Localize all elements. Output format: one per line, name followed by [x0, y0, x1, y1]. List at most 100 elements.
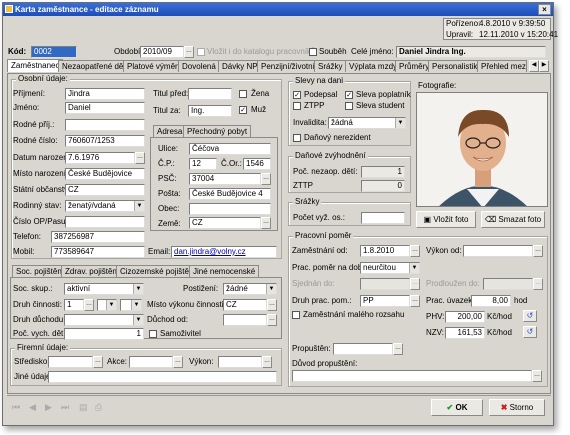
tab-foreign-insurance[interactable]: Cizozemské pojištění	[116, 265, 200, 277]
contract-term-select[interactable]: neurčitou ▼	[360, 262, 420, 274]
small-scale-checkbox[interactable]	[292, 311, 300, 319]
single-parent-checkbox[interactable]	[149, 330, 157, 338]
soubeh-checkbox[interactable]	[309, 48, 317, 56]
close-button[interactable]: ×	[538, 4, 551, 15]
zip-picker[interactable]: …	[261, 173, 271, 185]
tab-vyplata[interactable]: Výplata mzdy	[345, 60, 402, 72]
performance-input[interactable]	[218, 356, 262, 368]
work-from-picker[interactable]: …	[533, 245, 543, 257]
delete-photo-button[interactable]: ⌫ Smazat foto	[481, 211, 545, 228]
cost-center-input[interactable]	[48, 356, 93, 368]
employed-from-input[interactable]: 1.8.2010	[360, 245, 410, 257]
tab-davky[interactable]: Dávky NP	[218, 60, 262, 72]
house-number-input[interactable]: 12	[189, 158, 217, 170]
post-input[interactable]: České Budějovice 4	[189, 188, 271, 200]
activity-code-3[interactable]: ▼	[120, 299, 142, 311]
tab-vymery[interactable]: Platové výměry	[123, 60, 186, 72]
country-picker[interactable]: …	[261, 217, 271, 229]
birth-date-picker[interactable]: …	[135, 152, 145, 164]
tab-penzijni[interactable]: Penzijní/životní	[257, 60, 319, 72]
ok-button[interactable]: ✔ OK	[431, 399, 483, 416]
zip-input[interactable]: 37004	[189, 173, 261, 185]
firstname-input[interactable]: Daniel	[65, 102, 145, 114]
cancel-button[interactable]: ✖ Storno	[489, 399, 545, 416]
id-card-input[interactable]	[65, 216, 145, 228]
tab-zamestnanec[interactable]: Zaměstnanec	[7, 59, 64, 72]
social-group-select[interactable]: aktivní ▼	[64, 283, 144, 295]
dismissed-picker[interactable]: …	[393, 343, 403, 355]
employed-from-picker[interactable]: …	[410, 245, 420, 257]
birthplace-input[interactable]: České Budějovice	[65, 168, 145, 180]
nonresident-checkbox[interactable]	[293, 134, 301, 142]
disability-select[interactable]: žádná ▼	[328, 117, 406, 129]
activity-code-2[interactable]: ▼	[97, 299, 117, 311]
pension-from-picker[interactable]: …	[267, 314, 277, 326]
marital-status-select[interactable]: ženatý/vdaná ▼	[65, 200, 145, 212]
employment-type-picker[interactable]: …	[410, 295, 420, 307]
nav-last-icon[interactable]: ⏭	[61, 402, 69, 413]
nzv-refresh-button[interactable]: ↺	[523, 326, 537, 338]
dismissal-reason-picker[interactable]: …	[532, 370, 542, 382]
dependents-input[interactable]	[361, 212, 405, 224]
email-link[interactable]: dan.jindra@volny.cz	[174, 247, 246, 256]
mobile-input[interactable]: 773589647	[51, 246, 145, 258]
nav-first-icon[interactable]: ⏮	[12, 402, 20, 413]
student-relief-checkbox[interactable]	[345, 102, 353, 110]
disability-status-select[interactable]: žádné ▼	[223, 283, 277, 295]
tabs-left-arrow[interactable]: ◀	[529, 60, 539, 72]
activity-type-picker[interactable]: …	[84, 299, 94, 311]
copy-icon[interactable]: ▤	[79, 402, 88, 413]
country-input[interactable]: CZ	[189, 217, 261, 229]
nav-next-icon[interactable]: ▶	[45, 402, 52, 413]
pension-type-select[interactable]: ▼	[64, 314, 144, 326]
title-after-input[interactable]: Ing.	[188, 105, 232, 117]
work-place-picker[interactable]: …	[267, 299, 277, 311]
period-picker-button[interactable]: …	[184, 46, 194, 58]
tabs-right-arrow[interactable]: ▶	[539, 60, 549, 72]
print-icon[interactable]: ⎙	[95, 402, 102, 413]
children-raised-input[interactable]: 1	[64, 328, 144, 340]
catalog-checkbox[interactable]	[197, 48, 205, 56]
nav-prev-icon[interactable]: ◀	[29, 402, 36, 413]
female-checkbox[interactable]	[239, 90, 247, 98]
tab-srazky[interactable]: Srážky	[314, 60, 347, 72]
signed-checkbox[interactable]: ✓	[293, 91, 301, 99]
phone-input[interactable]: 387256987	[51, 231, 145, 243]
action-input[interactable]	[129, 356, 173, 368]
pension-from-input[interactable]	[223, 314, 267, 326]
title-bar[interactable]: Karta zaměstnance - editace záznamu ×	[3, 3, 553, 16]
tab-temporary-stay[interactable]: Přechodný pobyt	[183, 125, 252, 137]
code-input[interactable]: 0002	[31, 46, 77, 58]
activity-type-input[interactable]: 1	[64, 299, 84, 311]
dismissed-input[interactable]	[333, 343, 393, 355]
male-checkbox[interactable]: ✓	[239, 106, 247, 114]
tab-other-sickness[interactable]: Jiné nemocenské	[189, 265, 260, 277]
birth-date-input[interactable]: 7.6.1976	[65, 152, 135, 164]
action-picker[interactable]: …	[173, 356, 183, 368]
tab-dovolena[interactable]: Dovolená	[178, 60, 220, 72]
tab-prehled[interactable]: Přehled mezd	[477, 60, 527, 72]
work-place-input[interactable]: CZ	[223, 299, 267, 311]
city-input[interactable]	[189, 203, 271, 215]
dismissal-reason-input[interactable]	[292, 370, 532, 382]
employment-type-input[interactable]: PP	[360, 295, 410, 307]
tab-health-insurance[interactable]: Zdrav. pojištění	[61, 265, 124, 277]
surname-input[interactable]: Jindra	[65, 88, 145, 100]
phv-refresh-button[interactable]: ↺	[523, 310, 537, 322]
insert-photo-button[interactable]: ▣ Vložit foto	[416, 211, 476, 228]
ztpp-checkbox[interactable]	[293, 102, 301, 110]
work-from-input[interactable]	[463, 245, 533, 257]
birth-number-input[interactable]: 760607/1253	[65, 135, 145, 147]
period-input[interactable]: 2010/09	[140, 46, 184, 58]
tab-deti[interactable]: Nezaopatřené děti	[58, 60, 132, 72]
maiden-name-input[interactable]	[65, 119, 145, 131]
workload-input[interactable]: 8,00	[471, 295, 511, 307]
other-data-input[interactable]	[48, 371, 277, 383]
orientation-number-input[interactable]: 1546	[243, 158, 271, 170]
phv-input[interactable]: 200,00	[445, 311, 485, 323]
nzv-input[interactable]: 161,53	[445, 327, 485, 339]
citizenship-input[interactable]: CZ	[65, 184, 145, 196]
email-input[interactable]: dan.jindra@volny.cz	[171, 246, 277, 258]
cost-center-picker[interactable]: …	[93, 356, 103, 368]
performance-picker[interactable]: …	[262, 356, 272, 368]
